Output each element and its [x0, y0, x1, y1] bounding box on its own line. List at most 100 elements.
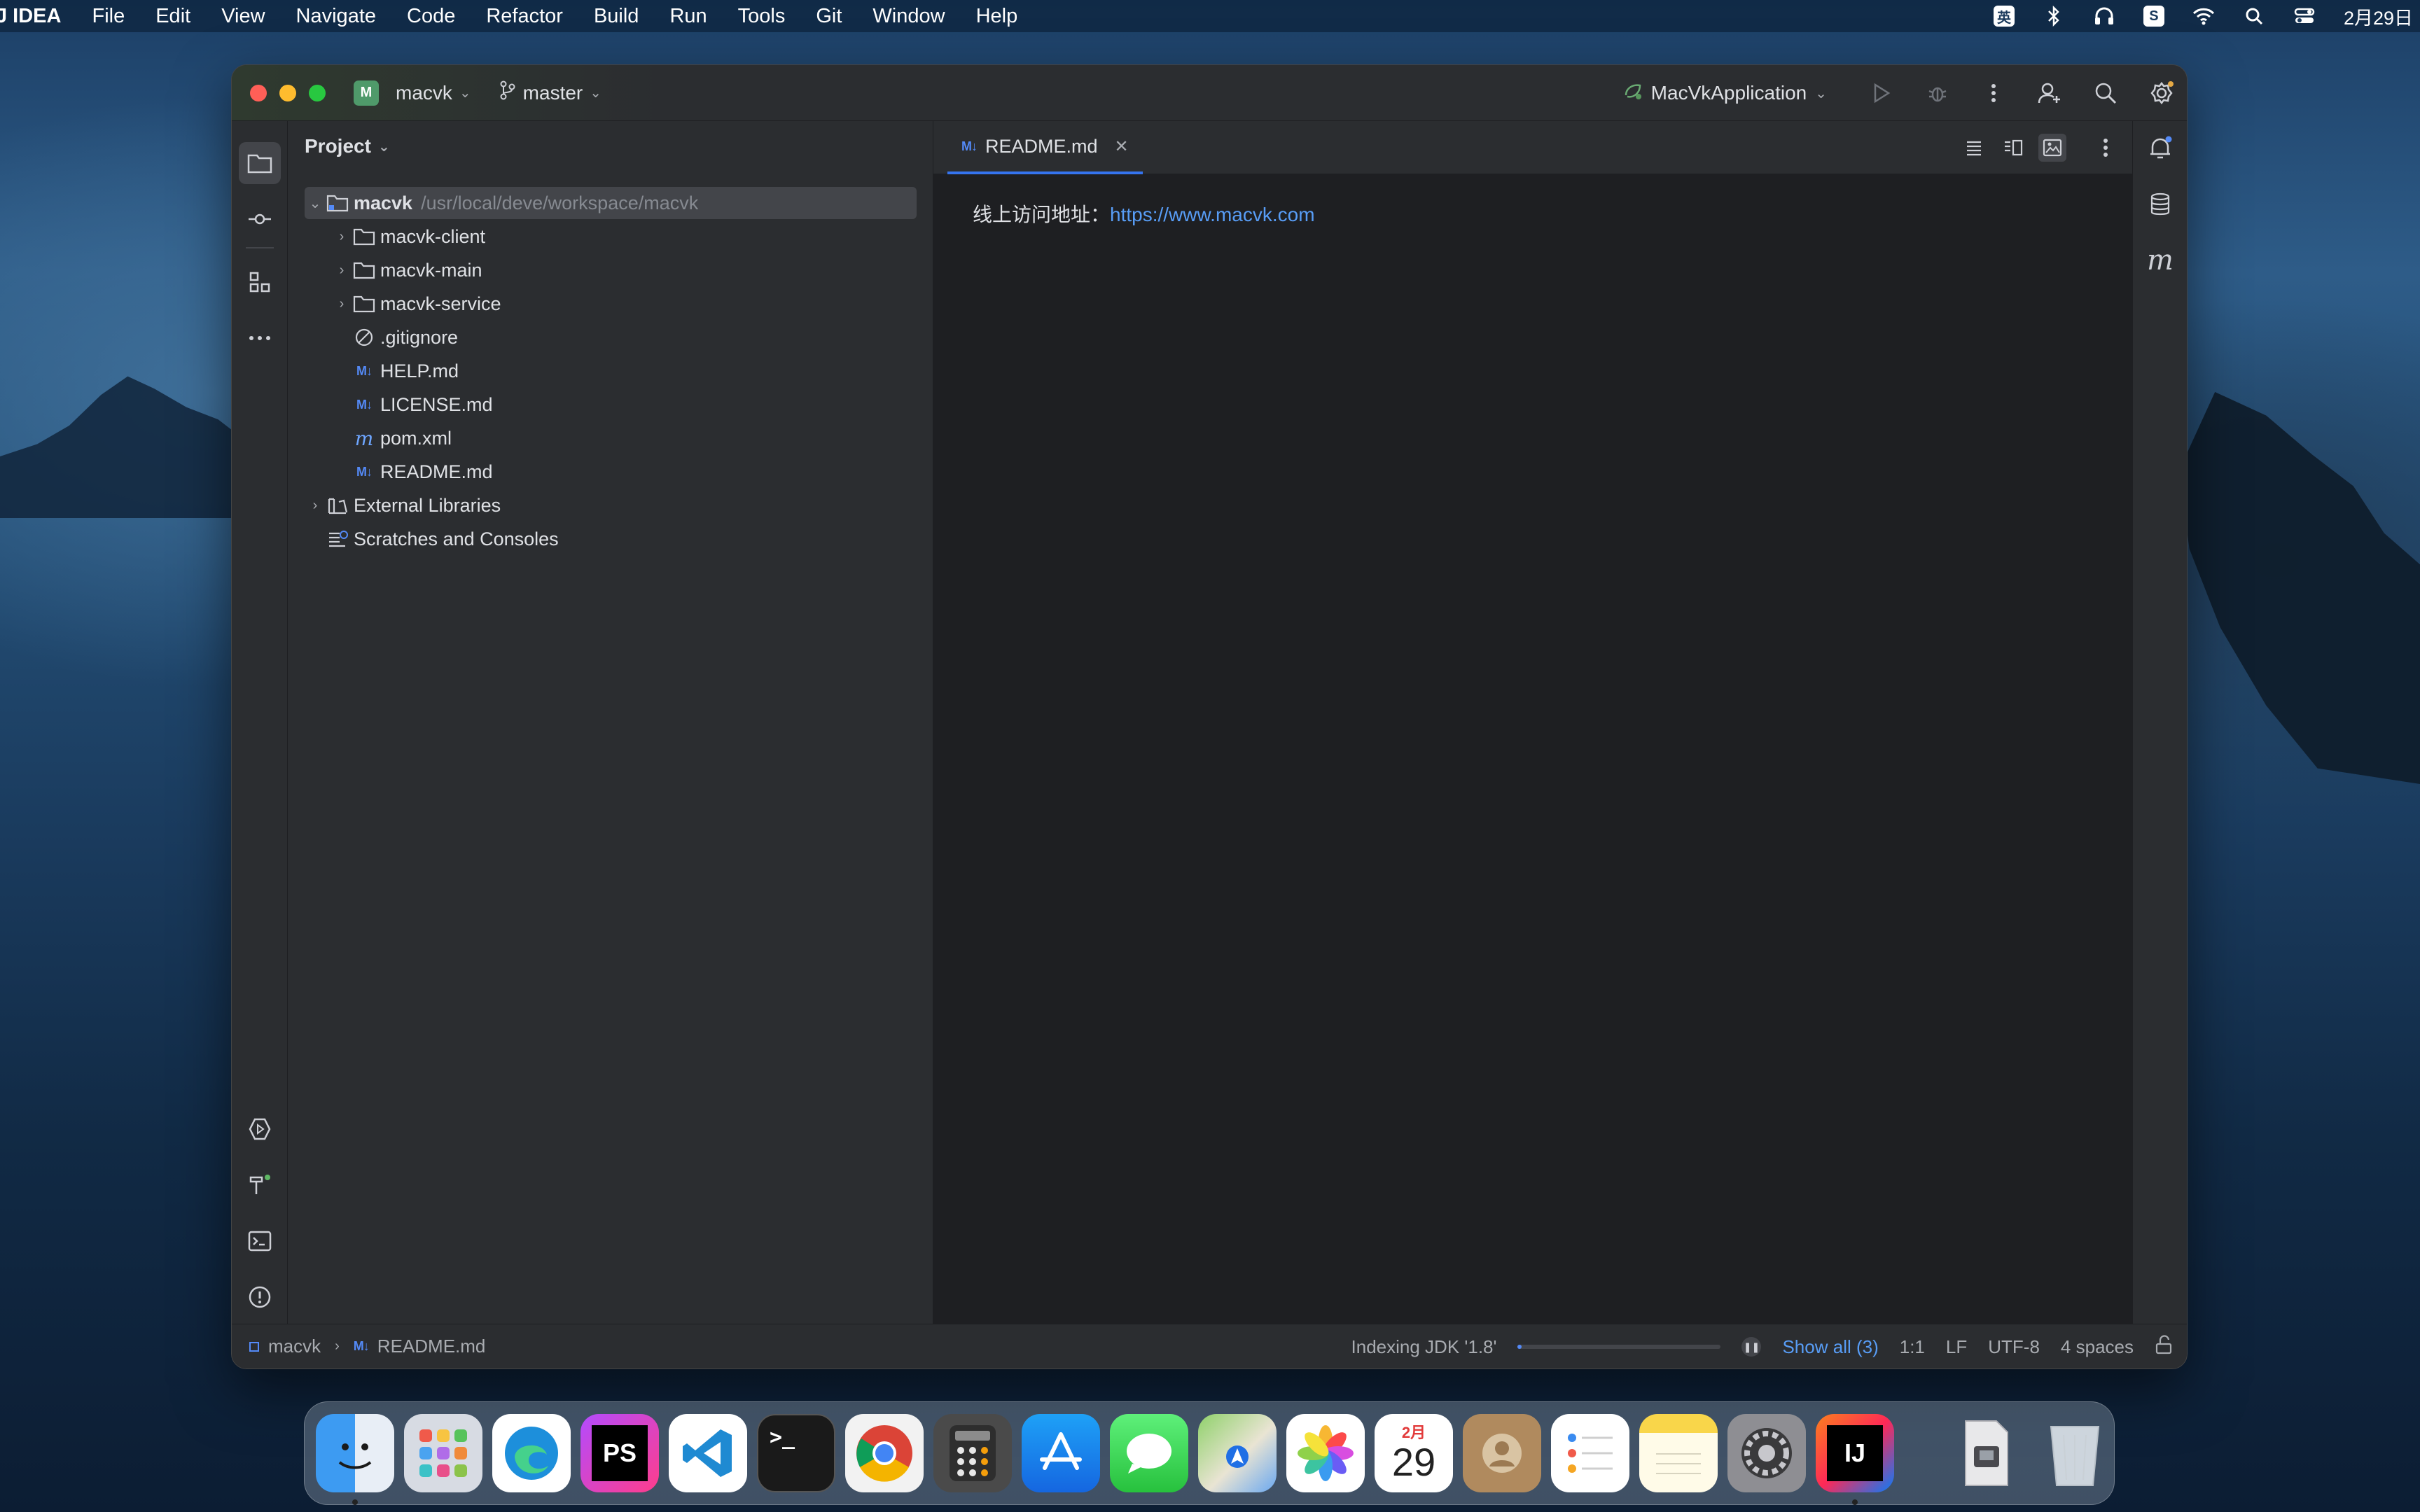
tree-item-gitignore[interactable]: .gitignore	[352, 321, 458, 354]
project-panel-header[interactable]: Project ⌄	[305, 135, 390, 158]
tab-readme-md[interactable]: M↓ README.md ✕	[947, 121, 1143, 174]
tree-item-readme-md[interactable]: M↓ README.md	[352, 456, 493, 488]
more-tools-icon[interactable]	[239, 317, 281, 359]
calculator-icon[interactable]	[933, 1414, 1012, 1492]
menu-help[interactable]: Help	[976, 5, 1018, 28]
breadcrumb-file[interactable]: README.md	[377, 1336, 486, 1357]
launchpad-icon[interactable]	[404, 1414, 482, 1492]
caret-position[interactable]: 1:1	[1900, 1336, 1925, 1358]
services-tool-button[interactable]	[239, 1108, 281, 1150]
menu-edit[interactable]: Edit	[155, 5, 190, 28]
chevron-right-icon[interactable]: ›	[331, 296, 352, 312]
sync-app-icon[interactable]: S	[2143, 6, 2164, 27]
maps-icon[interactable]	[1198, 1414, 1277, 1492]
code-with-me-icon[interactable]	[2031, 75, 2068, 111]
menu-file[interactable]: File	[92, 5, 125, 28]
minimize-window-button[interactable]	[279, 84, 296, 102]
menubar-clock[interactable]: 2月29日	[2344, 3, 2413, 30]
settings-gear-icon[interactable]	[2143, 75, 2180, 111]
tree-item-scratches[interactable]: Scratches and Consoles	[326, 523, 559, 555]
chevron-down-icon[interactable]: ⌄	[305, 195, 326, 212]
close-tab-icon[interactable]: ✕	[1115, 136, 1129, 157]
indexing-progress-bar	[1517, 1345, 1721, 1349]
intellij-idea-icon[interactable]: IJ	[1816, 1414, 1894, 1505]
contacts-icon[interactable]	[1463, 1414, 1541, 1492]
control-center-icon[interactable]	[2293, 6, 2316, 27]
phpstorm-icon[interactable]: PS	[580, 1414, 659, 1492]
menu-view[interactable]: View	[221, 5, 265, 28]
bluetooth-icon[interactable]	[2043, 6, 2065, 27]
menu-code[interactable]: Code	[407, 5, 455, 28]
app-store-icon[interactable]	[1022, 1414, 1100, 1492]
calendar-icon[interactable]: 2月 29	[1375, 1414, 1453, 1492]
editor-only-view-icon[interactable]	[1960, 134, 1988, 162]
tree-item-pom-xml[interactable]: m pom.xml	[352, 422, 452, 454]
tree-item-macvk-service[interactable]: › macvk-service	[331, 288, 501, 320]
show-all-tasks-link[interactable]: Show all (3)	[1782, 1336, 1878, 1358]
debug-button[interactable]	[1919, 75, 1956, 111]
tree-item-help-md[interactable]: M↓ HELP.md	[352, 355, 459, 387]
branch-selector[interactable]: master ⌄	[499, 80, 601, 105]
preview-link[interactable]: https://www.macvk.com	[1110, 204, 1315, 225]
photos-icon[interactable]	[1286, 1414, 1365, 1492]
menu-refactor[interactable]: Refactor	[486, 5, 563, 28]
menu-window[interactable]: Window	[872, 5, 945, 28]
chevron-right-icon[interactable]: ›	[331, 262, 352, 279]
notes-icon[interactable]	[1639, 1414, 1718, 1492]
terminal-app-icon[interactable]: >_	[757, 1414, 835, 1492]
build-tool-button[interactable]	[239, 1164, 281, 1206]
tree-root-macvk[interactable]: ⌄ macvk /usr/local/deve/workspace/macvk	[305, 187, 917, 219]
preview-only-view-icon[interactable]	[2038, 134, 2066, 162]
spotlight-search-icon[interactable]	[2243, 6, 2265, 27]
menu-run[interactable]: Run	[669, 5, 707, 28]
search-everywhere-icon[interactable]	[2087, 75, 2124, 111]
project-selector[interactable]: M macvk ⌄	[354, 80, 471, 106]
terminal-tool-button[interactable]	[239, 1220, 281, 1262]
indexing-status[interactable]: Indexing JDK '1.8'	[1351, 1336, 1497, 1358]
edge-browser-icon[interactable]	[492, 1414, 571, 1492]
structure-tool-button[interactable]	[239, 261, 281, 303]
pause-indexing-icon[interactable]: ❚❚	[1741, 1337, 1762, 1357]
unlock-file-icon[interactable]	[2155, 1334, 2173, 1359]
chevron-right-icon[interactable]: ›	[331, 229, 352, 245]
downloads-stack-icon[interactable]	[1947, 1414, 2026, 1492]
editor-more-icon[interactable]	[2092, 134, 2120, 162]
database-icon[interactable]	[2140, 184, 2181, 225]
file-encoding[interactable]: UTF-8	[1988, 1336, 2040, 1358]
split-view-icon[interactable]	[1999, 134, 2027, 162]
problems-tool-button[interactable]	[239, 1276, 281, 1318]
tree-item-license-md[interactable]: M↓ LICENSE.md	[352, 388, 493, 421]
menu-build[interactable]: Build	[594, 5, 639, 28]
messages-icon[interactable]	[1110, 1414, 1188, 1492]
indent-settings[interactable]: 4 spaces	[2061, 1336, 2134, 1358]
menu-git[interactable]: Git	[816, 5, 842, 28]
trash-icon[interactable]	[2036, 1414, 2114, 1492]
run-button[interactable]	[1863, 75, 1900, 111]
vscode-icon[interactable]	[669, 1414, 747, 1492]
zoom-window-button[interactable]	[309, 84, 326, 102]
tree-item-macvk-main[interactable]: › macvk-main	[331, 254, 482, 286]
right-tool-strip: m	[2132, 121, 2187, 1325]
finder-icon[interactable]	[316, 1414, 394, 1505]
reminders-icon[interactable]	[1551, 1414, 1629, 1492]
commit-tool-button[interactable]	[239, 198, 281, 240]
run-configuration-selector[interactable]: MacVkApplication ⌄	[1623, 81, 1827, 106]
project-tool-button[interactable]	[239, 142, 281, 184]
breadcrumb-project[interactable]: macvk	[268, 1336, 321, 1357]
menu-tools[interactable]: Tools	[738, 5, 786, 28]
chrome-browser-icon[interactable]	[845, 1414, 924, 1492]
tree-item-external-libraries[interactable]: › External Libraries	[305, 489, 501, 522]
app-menu[interactable]: J IDEA	[0, 5, 61, 28]
input-method-icon[interactable]: 英	[1993, 6, 2015, 27]
headphones-icon[interactable]	[2093, 6, 2115, 27]
line-separator[interactable]: LF	[1946, 1336, 1967, 1358]
close-window-button[interactable]	[250, 84, 267, 102]
system-settings-icon[interactable]	[1727, 1414, 1806, 1492]
maven-icon[interactable]: m	[2140, 240, 2181, 281]
notifications-bell-icon[interactable]	[2140, 128, 2181, 169]
wifi-icon[interactable]	[2192, 6, 2215, 27]
chevron-right-icon[interactable]: ›	[305, 498, 326, 514]
more-actions-icon[interactable]	[1975, 75, 2012, 111]
tree-item-macvk-client[interactable]: › macvk-client	[331, 220, 485, 253]
menu-navigate[interactable]: Navigate	[296, 5, 376, 28]
